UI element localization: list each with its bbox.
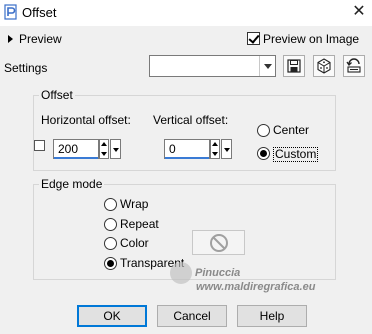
chevron-down-icon[interactable] xyxy=(259,56,275,76)
watermark-logo xyxy=(170,262,192,284)
custom-radio[interactable] xyxy=(257,147,270,160)
vertical-offset-stepper[interactable] xyxy=(210,139,220,159)
wrap-radio-label[interactable]: Wrap xyxy=(120,197,148,211)
center-radio[interactable] xyxy=(257,124,270,137)
horizontal-offset-input[interactable]: 200 xyxy=(53,139,99,159)
watermark-line2: www.maldiregrafica.eu xyxy=(196,281,316,293)
preview-on-image-label[interactable]: Preview on Image xyxy=(263,32,359,46)
save-preset-button[interactable] xyxy=(283,55,305,77)
watermark-line1: Pinuccia xyxy=(195,267,241,279)
close-icon[interactable]: ✕ xyxy=(350,2,368,22)
preview-on-image-checkbox[interactable] xyxy=(247,32,260,45)
dice-icon xyxy=(317,58,331,74)
repeat-radio-label[interactable]: Repeat xyxy=(120,217,159,231)
vertical-offset-dropdown-icon[interactable] xyxy=(221,139,232,159)
horizontal-offset-slider-bar[interactable] xyxy=(54,157,98,159)
link-offsets-checkbox[interactable] xyxy=(34,140,45,151)
horizontal-offset-stepper[interactable] xyxy=(99,139,109,159)
color-radio[interactable] xyxy=(104,237,117,250)
no-color-icon xyxy=(209,233,228,252)
preview-toggle-label[interactable]: Preview xyxy=(19,32,62,46)
transparent-radio[interactable] xyxy=(104,257,117,270)
wrap-radio[interactable] xyxy=(104,198,117,211)
expand-arrow-icon[interactable] xyxy=(8,35,13,43)
vertical-offset-slider-bar[interactable] xyxy=(165,157,209,159)
randomize-button[interactable] xyxy=(313,55,335,77)
settings-label: Settings xyxy=(4,61,48,75)
custom-radio-label[interactable]: Custom xyxy=(273,147,319,162)
edge-color-swatch[interactable] xyxy=(192,230,245,255)
ok-button[interactable]: OK xyxy=(77,305,147,327)
center-radio-label[interactable]: Center xyxy=(273,123,309,137)
help-button[interactable]: Help xyxy=(237,305,307,327)
window-title: Offset xyxy=(22,5,57,20)
repeat-radio[interactable] xyxy=(104,218,117,231)
horizontal-offset-label: Horizontal offset: xyxy=(41,113,131,127)
app-icon xyxy=(4,4,18,20)
reset-button[interactable] xyxy=(343,55,365,77)
horizontal-offset-dropdown-icon[interactable] xyxy=(110,139,121,159)
vertical-offset-input[interactable]: 0 xyxy=(164,139,210,159)
edge-mode-group-title: Edge mode xyxy=(39,177,105,191)
cancel-button[interactable]: Cancel xyxy=(157,305,227,327)
reset-icon xyxy=(346,58,361,73)
offset-group-title: Offset xyxy=(39,88,75,102)
color-radio-label[interactable]: Color xyxy=(120,236,149,250)
save-icon xyxy=(287,59,301,73)
settings-combobox[interactable] xyxy=(149,55,276,77)
vertical-offset-label: Vertical offset: xyxy=(153,113,229,127)
